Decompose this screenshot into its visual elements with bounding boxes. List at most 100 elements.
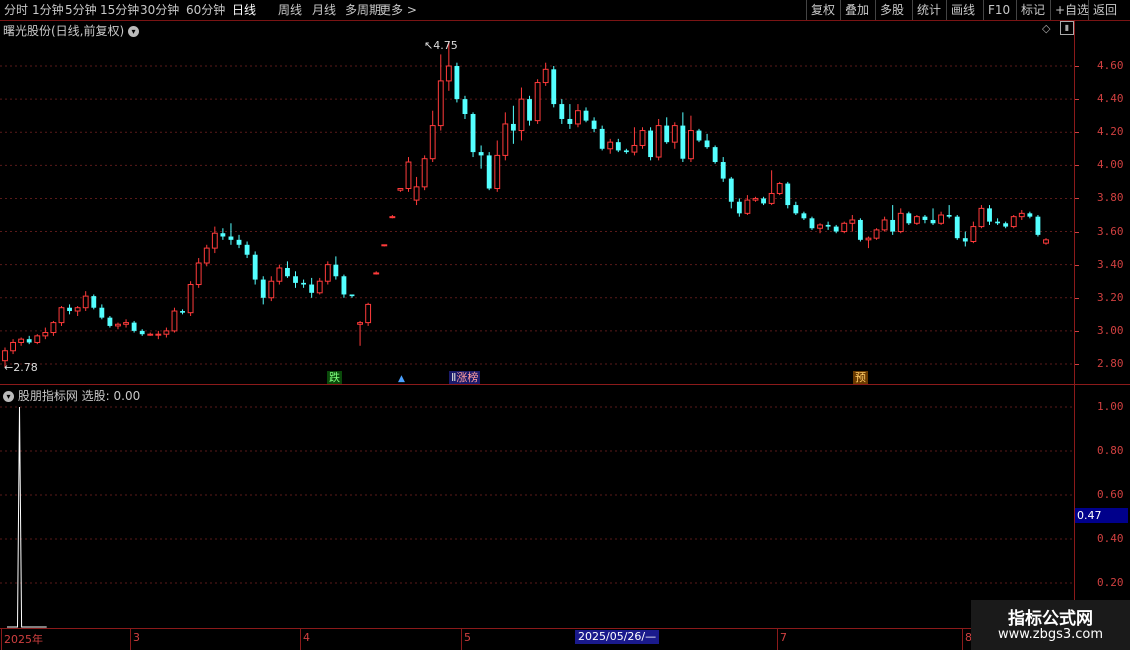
price-tick-label: 4.20 xyxy=(1097,125,1124,139)
candle-body xyxy=(373,272,380,275)
candle-body xyxy=(405,161,412,190)
toolbar-action-3[interactable]: 统计 xyxy=(917,0,941,20)
candle-body xyxy=(551,69,557,105)
candle-body xyxy=(728,178,734,202)
candle-body xyxy=(768,192,775,204)
toolbar-action-4[interactable]: 画线 xyxy=(951,0,975,20)
toolbar-separator xyxy=(1016,0,1017,20)
candle-body xyxy=(397,188,404,191)
candle-body xyxy=(486,155,492,189)
toolbar-separator xyxy=(1088,0,1089,20)
indicator-tick-label: 0.60 xyxy=(1097,488,1124,501)
candle-body xyxy=(696,130,702,141)
indicator-chart[interactable] xyxy=(0,385,1075,628)
period-tab-7[interactable]: 周线 xyxy=(278,0,302,20)
price-tick xyxy=(1075,364,1079,365)
candle-body xyxy=(567,118,573,124)
period-tab-8[interactable]: 月线 xyxy=(312,0,336,20)
period-tab-4[interactable]: 30分钟 xyxy=(140,0,179,20)
candle-body xyxy=(437,80,444,127)
candle-body xyxy=(67,307,72,312)
price-tick xyxy=(1075,330,1079,332)
candle-body xyxy=(995,221,1001,224)
candle-body xyxy=(648,130,654,158)
candle-body xyxy=(301,282,307,285)
toolbar-action-8[interactable]: 返回 xyxy=(1093,0,1117,20)
candle-body xyxy=(825,224,831,227)
candle-body xyxy=(163,330,170,335)
candle-body xyxy=(147,333,154,336)
candle-body xyxy=(720,162,726,179)
date-label: 5 xyxy=(464,631,471,644)
toolbar-separator xyxy=(983,0,984,20)
candle-body xyxy=(155,333,162,336)
indicator-tick-label: 0.80 xyxy=(1097,444,1124,457)
candle-body xyxy=(228,236,234,240)
price-tick xyxy=(1075,132,1079,134)
period-tab-6[interactable]: 日线 xyxy=(232,0,256,20)
candle-body xyxy=(131,322,137,331)
period-tab-0[interactable]: 分时 xyxy=(4,0,28,20)
marker-list[interactable]: Ⅱ涨榜 xyxy=(449,371,481,384)
candle-body xyxy=(316,280,323,294)
price-tick-label: 3.00 xyxy=(1097,323,1124,337)
candle-body xyxy=(793,205,799,214)
period-tab-3[interactable]: 15分钟 xyxy=(100,0,139,20)
toolbar-action-7[interactable]: +自选 xyxy=(1055,0,1089,20)
period-tab-9[interactable]: 多周期 xyxy=(345,0,381,20)
toolbar-action-0[interactable]: 复权 xyxy=(811,0,835,20)
date-label: 2025年 xyxy=(4,633,43,646)
toolbar-action-6[interactable]: 标记 xyxy=(1021,0,1045,20)
toolbar-separator xyxy=(875,0,876,20)
period-tab-10[interactable]: 更多 > xyxy=(379,0,417,20)
candle-body xyxy=(518,98,525,132)
candle-body xyxy=(922,216,928,220)
arrow-icon: ← xyxy=(4,361,14,374)
candle-body xyxy=(987,208,992,222)
marker-predict[interactable]: 预 xyxy=(853,371,868,384)
date-tick xyxy=(1,629,2,650)
candle-body xyxy=(801,213,807,219)
candle-body xyxy=(349,294,355,297)
toolbar-action-1[interactable]: 叠加 xyxy=(845,0,869,20)
candle-body xyxy=(91,296,97,308)
candle-body xyxy=(107,317,113,326)
candle-body xyxy=(470,114,476,153)
toolbar-separator xyxy=(806,0,807,20)
indicator-tick-label: 0.40 xyxy=(1097,532,1124,545)
candle-body xyxy=(712,147,718,163)
candle-body xyxy=(906,213,912,224)
current-value-badge: 0.47 xyxy=(1075,508,1128,523)
candle-body xyxy=(817,224,823,229)
candle-body xyxy=(527,99,532,121)
candle-body xyxy=(26,339,32,343)
candle-body xyxy=(946,215,952,217)
diamond-icon[interactable]: ◇ xyxy=(1042,22,1050,35)
xaxis-divider xyxy=(0,628,1130,629)
toolbar: 分时 1分钟 5分钟 15分钟 30分钟 60分钟 日线 周线 月线 多周期 更多 > 复权 叠加 多股… xyxy=(0,0,1130,21)
price-tick xyxy=(1075,66,1079,67)
price-tick-label: 3.60 xyxy=(1097,224,1124,238)
candle-body xyxy=(357,322,363,325)
candle-body xyxy=(171,310,178,332)
candle-body xyxy=(18,338,25,343)
candle-body xyxy=(671,125,678,143)
period-tab-1[interactable]: 1分钟 xyxy=(32,0,64,20)
candle-body xyxy=(542,68,549,84)
candle-body xyxy=(462,99,468,115)
candle-body xyxy=(849,219,856,224)
candle-body xyxy=(857,219,863,240)
toolbar-action-2[interactable]: 多股 xyxy=(880,0,904,20)
panel-toggle-icon[interactable]: ▮ xyxy=(1060,21,1074,35)
period-tab-5[interactable]: 60分钟 xyxy=(186,0,225,20)
candle-body xyxy=(631,144,638,153)
toolbar-action-5[interactable]: F10 xyxy=(988,0,1010,20)
candle-body xyxy=(180,311,185,313)
candlestick-chart[interactable] xyxy=(0,36,1075,384)
price-tick-label: 3.20 xyxy=(1097,290,1124,304)
period-tab-2[interactable]: 5分钟 xyxy=(65,0,97,20)
candle-body xyxy=(454,66,460,100)
candle-body xyxy=(607,141,614,150)
candle-body xyxy=(285,267,290,277)
marker-fall[interactable]: 跌 xyxy=(327,371,342,384)
